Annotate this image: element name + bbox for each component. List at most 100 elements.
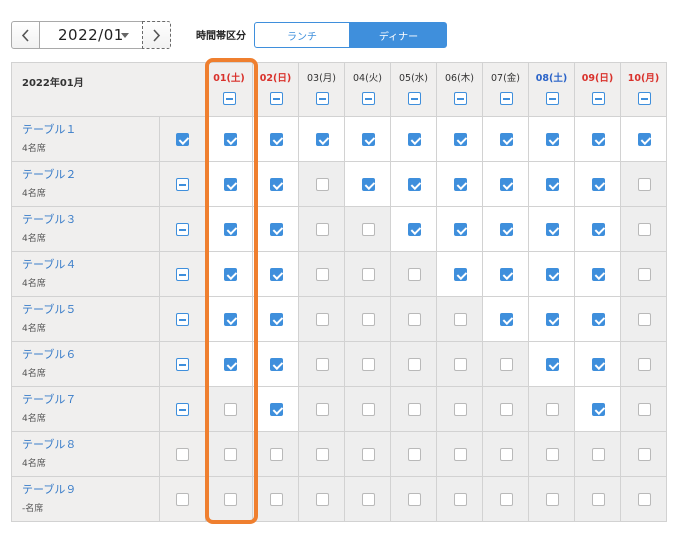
availability-checkbox[interactable] <box>454 493 467 506</box>
availability-checkbox[interactable] <box>592 223 605 236</box>
availability-checkbox[interactable] <box>408 448 421 461</box>
month-select[interactable]: 2022/01 <box>40 21 143 49</box>
availability-checkbox[interactable] <box>454 448 467 461</box>
availability-checkbox[interactable] <box>270 358 283 371</box>
date-select-all-checkbox[interactable] <box>546 92 559 105</box>
table-name-link[interactable]: テーブル７ <box>22 391 76 407</box>
row-select-all-checkbox[interactable] <box>176 493 189 506</box>
availability-checkbox[interactable] <box>270 178 283 191</box>
availability-checkbox[interactable] <box>270 223 283 236</box>
availability-checkbox[interactable] <box>224 448 237 461</box>
date-select-all-checkbox[interactable] <box>638 92 651 105</box>
date-select-all-checkbox[interactable] <box>454 92 467 105</box>
availability-checkbox[interactable] <box>454 268 467 281</box>
availability-checkbox[interactable] <box>638 403 651 416</box>
row-select-all-checkbox[interactable] <box>176 403 189 416</box>
date-select-all-checkbox[interactable] <box>362 92 375 105</box>
availability-checkbox[interactable] <box>362 358 375 371</box>
availability-checkbox[interactable] <box>270 313 283 326</box>
segment-lunch[interactable]: ランチ <box>254 22 350 48</box>
availability-checkbox[interactable] <box>546 133 559 146</box>
availability-checkbox[interactable] <box>408 178 421 191</box>
row-select-all-checkbox[interactable] <box>176 133 189 146</box>
segment-dinner[interactable]: ディナー <box>350 22 447 48</box>
availability-checkbox[interactable] <box>454 223 467 236</box>
availability-checkbox[interactable] <box>500 493 513 506</box>
availability-checkbox[interactable] <box>224 133 237 146</box>
availability-checkbox[interactable] <box>408 133 421 146</box>
availability-checkbox[interactable] <box>224 268 237 281</box>
table-name-link[interactable]: テーブル４ <box>22 256 76 272</box>
table-name-link[interactable]: テーブル５ <box>22 301 76 317</box>
availability-checkbox[interactable] <box>592 448 605 461</box>
availability-checkbox[interactable] <box>270 133 283 146</box>
availability-checkbox[interactable] <box>638 178 651 191</box>
availability-checkbox[interactable] <box>362 448 375 461</box>
availability-checkbox[interactable] <box>408 493 421 506</box>
availability-checkbox[interactable] <box>500 313 513 326</box>
availability-checkbox[interactable] <box>408 268 421 281</box>
availability-checkbox[interactable] <box>638 313 651 326</box>
table-name-link[interactable]: テーブル１ <box>22 121 76 137</box>
row-select-all-checkbox[interactable] <box>176 223 189 236</box>
availability-checkbox[interactable] <box>224 223 237 236</box>
availability-checkbox[interactable] <box>638 493 651 506</box>
availability-checkbox[interactable] <box>316 223 329 236</box>
availability-checkbox[interactable] <box>362 403 375 416</box>
next-month-button[interactable] <box>142 21 171 49</box>
availability-checkbox[interactable] <box>592 493 605 506</box>
availability-checkbox[interactable] <box>362 313 375 326</box>
availability-checkbox[interactable] <box>270 403 283 416</box>
availability-checkbox[interactable] <box>500 448 513 461</box>
availability-checkbox[interactable] <box>592 358 605 371</box>
availability-checkbox[interactable] <box>408 403 421 416</box>
row-select-all-checkbox[interactable] <box>176 178 189 191</box>
date-select-all-checkbox[interactable] <box>316 92 329 105</box>
availability-checkbox[interactable] <box>592 268 605 281</box>
availability-checkbox[interactable] <box>638 268 651 281</box>
table-name-link[interactable]: テーブル９ <box>22 481 76 497</box>
availability-checkbox[interactable] <box>362 178 375 191</box>
table-name-link[interactable]: テーブル６ <box>22 346 76 362</box>
table-name-link[interactable]: テーブル２ <box>22 166 76 182</box>
availability-checkbox[interactable] <box>362 133 375 146</box>
availability-checkbox[interactable] <box>224 178 237 191</box>
availability-checkbox[interactable] <box>224 358 237 371</box>
availability-checkbox[interactable] <box>454 313 467 326</box>
availability-checkbox[interactable] <box>592 313 605 326</box>
date-select-all-checkbox[interactable] <box>500 92 513 105</box>
availability-checkbox[interactable] <box>500 223 513 236</box>
availability-checkbox[interactable] <box>546 358 559 371</box>
availability-checkbox[interactable] <box>316 448 329 461</box>
availability-checkbox[interactable] <box>316 358 329 371</box>
availability-checkbox[interactable] <box>500 268 513 281</box>
availability-checkbox[interactable] <box>224 313 237 326</box>
availability-checkbox[interactable] <box>546 313 559 326</box>
availability-checkbox[interactable] <box>316 133 329 146</box>
availability-checkbox[interactable] <box>500 403 513 416</box>
availability-checkbox[interactable] <box>362 493 375 506</box>
availability-checkbox[interactable] <box>638 133 651 146</box>
availability-checkbox[interactable] <box>546 178 559 191</box>
availability-checkbox[interactable] <box>500 358 513 371</box>
availability-checkbox[interactable] <box>454 133 467 146</box>
availability-checkbox[interactable] <box>362 223 375 236</box>
availability-checkbox[interactable] <box>270 268 283 281</box>
availability-checkbox[interactable] <box>454 178 467 191</box>
availability-checkbox[interactable] <box>592 133 605 146</box>
availability-checkbox[interactable] <box>224 403 237 416</box>
availability-checkbox[interactable] <box>546 493 559 506</box>
date-select-all-checkbox[interactable] <box>270 92 283 105</box>
availability-checkbox[interactable] <box>454 403 467 416</box>
availability-checkbox[interactable] <box>316 313 329 326</box>
availability-checkbox[interactable] <box>500 178 513 191</box>
date-select-all-checkbox[interactable] <box>223 92 236 105</box>
prev-month-button[interactable] <box>11 21 40 49</box>
availability-checkbox[interactable] <box>316 178 329 191</box>
availability-checkbox[interactable] <box>224 493 237 506</box>
availability-checkbox[interactable] <box>270 448 283 461</box>
row-select-all-checkbox[interactable] <box>176 268 189 281</box>
availability-checkbox[interactable] <box>546 448 559 461</box>
availability-checkbox[interactable] <box>546 223 559 236</box>
date-select-all-checkbox[interactable] <box>592 92 605 105</box>
